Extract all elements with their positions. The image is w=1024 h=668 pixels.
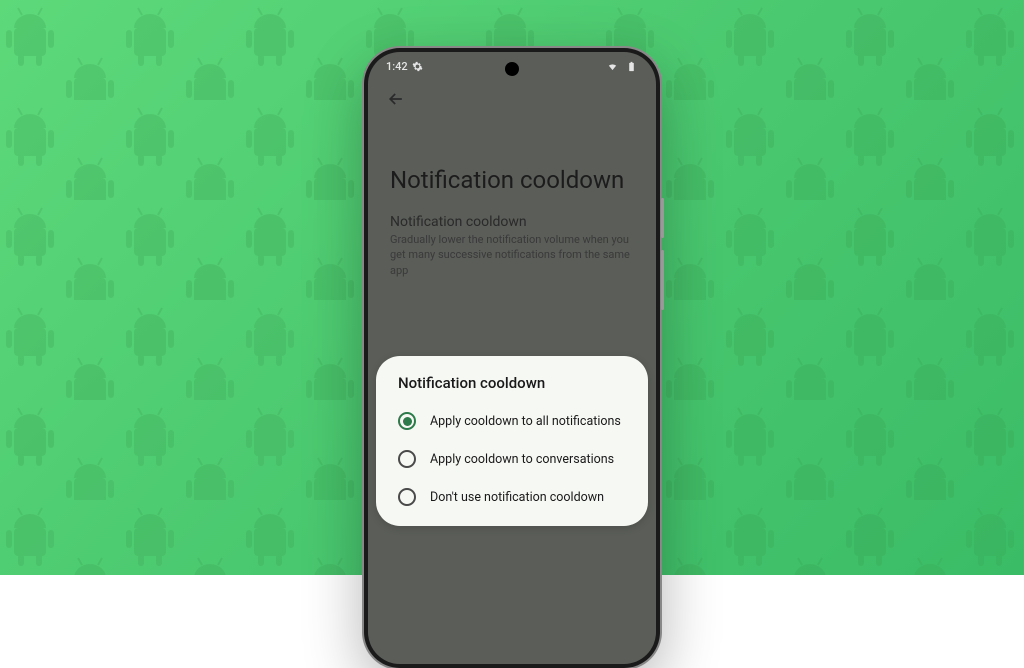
back-arrow-icon xyxy=(386,89,406,109)
page-title: Notification cooldown xyxy=(368,118,656,214)
section-description: Gradually lower the notification volume … xyxy=(368,230,656,298)
radio-icon xyxy=(398,412,416,430)
battery-icon xyxy=(625,61,638,72)
phone-frame: 1:42 Notification cooldown Notification … xyxy=(364,48,660,668)
phone-side-buttons xyxy=(661,198,664,322)
camera-notch xyxy=(505,62,519,76)
wifi-icon xyxy=(606,61,619,72)
back-button[interactable] xyxy=(368,77,656,118)
radio-label: Apply cooldown to all notifications xyxy=(430,414,621,429)
radio-label: Don't use notification cooldown xyxy=(430,490,604,505)
radio-icon xyxy=(398,450,416,468)
section-subtitle: Notification cooldown xyxy=(368,214,656,230)
status-time: 1:42 xyxy=(386,60,408,73)
gear-icon xyxy=(412,61,423,72)
dialog-title: Notification cooldown xyxy=(390,374,634,402)
radio-option-none[interactable]: Don't use notification cooldown xyxy=(390,478,634,516)
radio-option-conversations[interactable]: Apply cooldown to conversations xyxy=(390,440,634,478)
phone-screen: 1:42 Notification cooldown Notification … xyxy=(368,52,656,664)
options-dialog: Notification cooldown Apply cooldown to … xyxy=(376,356,648,526)
radio-option-all[interactable]: Apply cooldown to all notifications xyxy=(390,402,634,440)
radio-icon xyxy=(398,488,416,506)
radio-label: Apply cooldown to conversations xyxy=(430,452,614,467)
